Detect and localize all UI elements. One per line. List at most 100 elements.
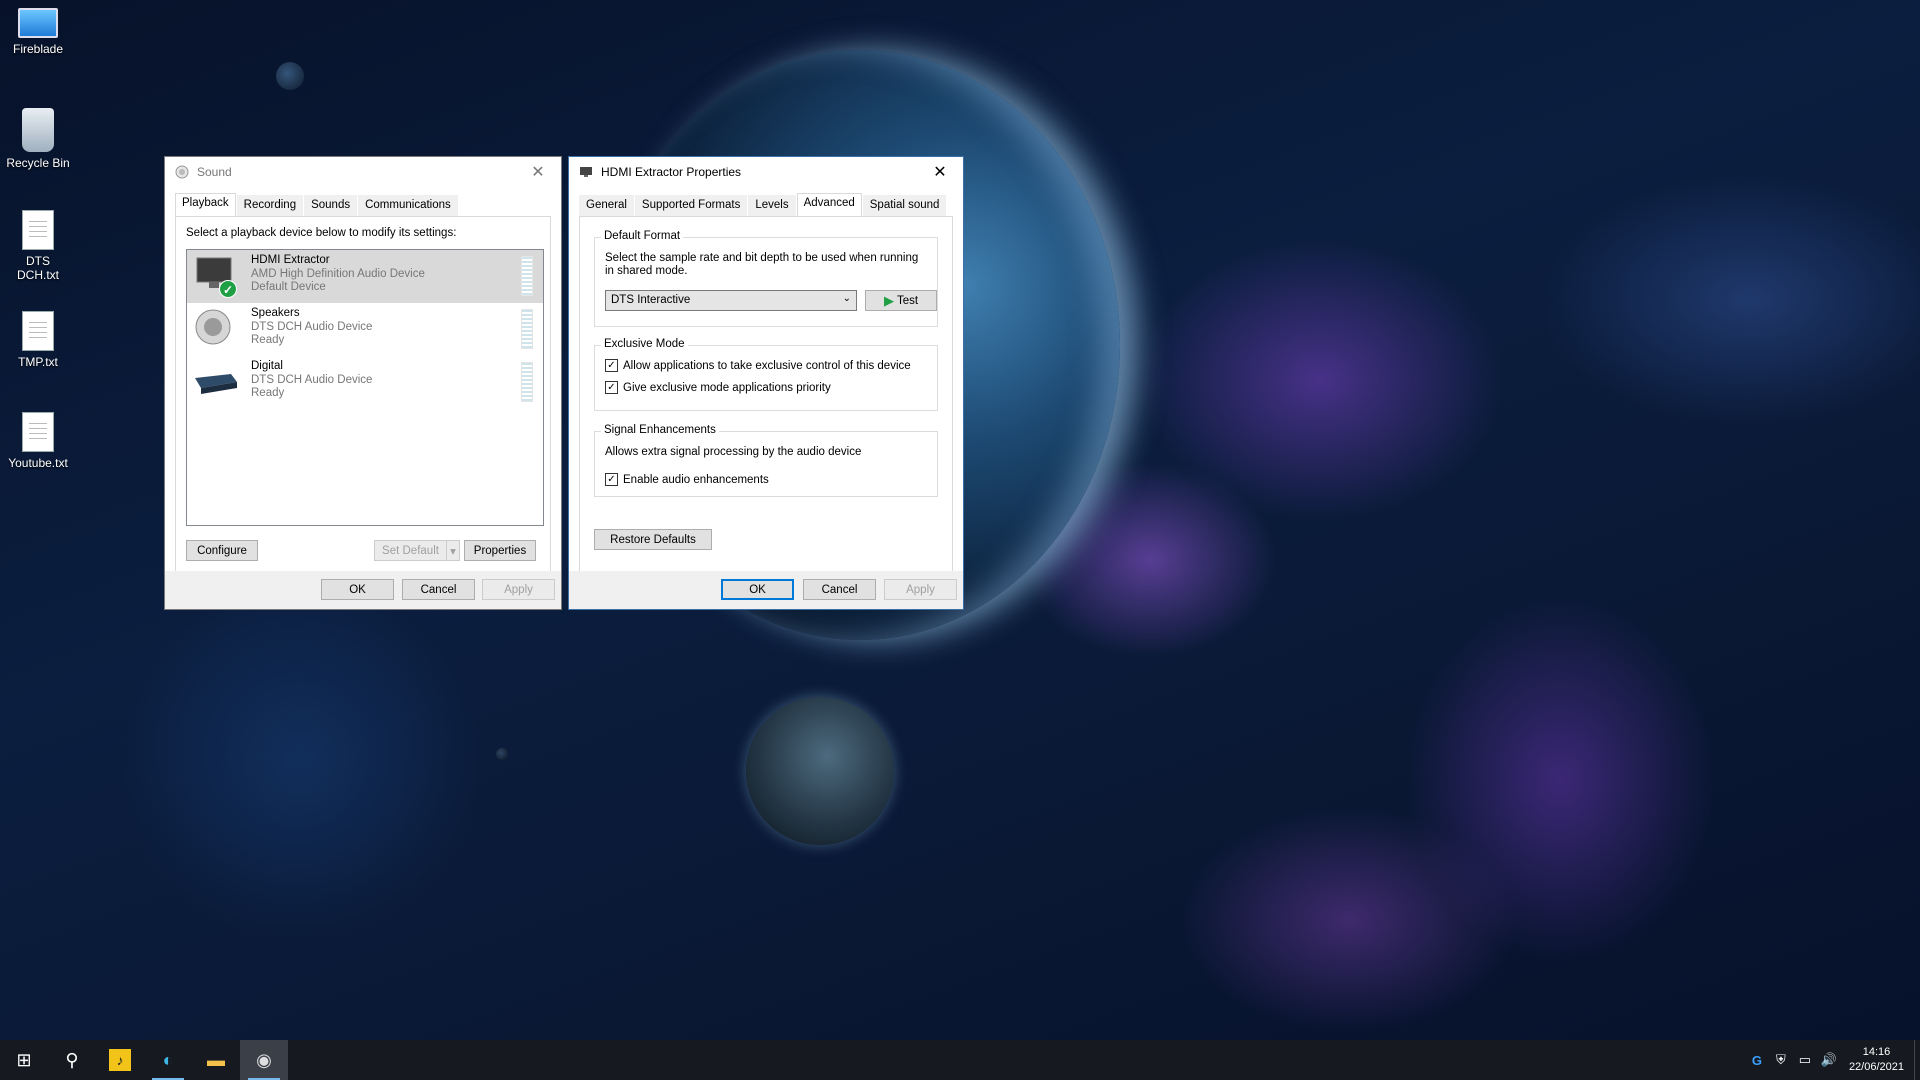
properties-window: HDMI Extractor Properties ✕ General Supp…	[568, 156, 964, 610]
default-format-group: Default Format Select the sample rate an…	[594, 230, 938, 327]
device-status: Ready	[251, 334, 285, 346]
tab-playback[interactable]: Playback	[175, 193, 236, 216]
group-title: Signal Enhancements	[601, 424, 719, 436]
exclusive-mode-group: Exclusive Mode ✓ Allow applications to t…	[594, 338, 938, 411]
tab-spatial-sound[interactable]: Spatial sound	[862, 195, 947, 216]
text-file-icon	[22, 311, 54, 351]
close-button[interactable]: ✕	[515, 157, 561, 187]
close-button[interactable]: ✕	[917, 157, 963, 187]
desktop-icon-label: TMP.txt	[18, 355, 58, 369]
checkbox-label: Give exclusive mode applications priorit…	[623, 381, 831, 394]
list-item-device[interactable]: ✓ HDMI Extractor AMD High Definition Aud…	[187, 250, 543, 303]
sound-titlebar[interactable]: Sound ✕	[165, 157, 561, 187]
taskbar-app-file-explorer[interactable]: ▬	[192, 1040, 240, 1080]
default-format-description: Select the sample rate and bit depth to …	[605, 252, 919, 277]
tab-general[interactable]: General	[579, 195, 634, 216]
desktop-icon-youtube[interactable]: Youtube.txt	[4, 412, 72, 470]
set-default-dropdown[interactable]: ▾	[446, 540, 460, 561]
ok-button[interactable]: OK	[321, 579, 394, 600]
set-default-button[interactable]: Set Default	[374, 540, 446, 561]
text-file-icon	[22, 210, 54, 250]
level-meter	[521, 362, 533, 402]
group-title: Exclusive Mode	[601, 338, 688, 350]
tab-supported-formats[interactable]: Supported Formats	[634, 195, 748, 216]
taskbar-app-sound[interactable]: ◉	[240, 1040, 288, 1080]
properties-titlebar[interactable]: HDMI Extractor Properties ✕	[569, 157, 963, 187]
desktop-icon-dts-dch[interactable]: DTS DCH.txt	[4, 210, 72, 282]
ok-button[interactable]: OK	[721, 579, 794, 600]
sound-window: Sound ✕ Playback Recording Sounds Commun…	[164, 156, 562, 610]
apply-button[interactable]: Apply	[482, 579, 555, 600]
taskbar-app-player[interactable]: ♪	[96, 1040, 144, 1080]
device-status: Default Device	[251, 281, 326, 293]
show-desktop-button[interactable]	[1914, 1040, 1920, 1080]
desktop-icon-tmp[interactable]: TMP.txt	[4, 311, 72, 369]
format-select[interactable]: DTS Interactive ⌄	[605, 290, 857, 311]
level-meter	[521, 309, 533, 349]
speaker-icon: ◉	[256, 1049, 272, 1070]
dialog-footer: OK Cancel Apply	[165, 571, 561, 609]
configure-button[interactable]: Configure	[186, 540, 258, 561]
tab-strip: Playback Recording Sounds Communications	[175, 193, 551, 217]
checkbox-checked-icon: ✓	[605, 381, 618, 394]
tab-recording[interactable]: Recording	[236, 195, 304, 216]
desktop-icon-label: DTS DCH.txt	[17, 254, 59, 282]
restore-defaults-button[interactable]: Restore Defaults	[594, 529, 712, 550]
search-button[interactable]: ⚲	[48, 1040, 96, 1080]
device-name: Speakers	[251, 307, 300, 319]
volume-icon[interactable]: 🔊	[1817, 1052, 1841, 1068]
apply-button[interactable]: Apply	[884, 579, 957, 600]
text-file-icon	[22, 412, 54, 452]
checkbox-label: Enable audio enhancements	[623, 473, 769, 486]
device-driver: AMD High Definition Audio Device	[251, 267, 425, 280]
taskbar-app-edge[interactable]: ◐	[144, 1040, 192, 1080]
group-title: Default Format	[601, 230, 684, 242]
window-title: Sound	[197, 165, 232, 179]
clock[interactable]: 14:16 22/06/2021	[1841, 1045, 1914, 1075]
format-select-value: DTS Interactive	[611, 294, 691, 306]
list-item-device[interactable]: Digital DTS DCH Audio Device Ready	[187, 356, 543, 409]
instruction-text: Select a playback device below to modify…	[186, 227, 457, 239]
wallpaper-planet-small	[746, 697, 894, 845]
desktop-icon-fireblade[interactable]: Fireblade	[4, 8, 72, 56]
monitor-icon: ✓	[193, 254, 239, 298]
default-check-icon: ✓	[219, 280, 237, 298]
desktop-icon-recycle-bin[interactable]: Recycle Bin	[4, 108, 72, 170]
device-name: Digital	[251, 360, 283, 372]
start-button[interactable]: ⊞	[0, 1040, 48, 1080]
test-label: Test	[896, 294, 919, 307]
window-title: HDMI Extractor Properties	[601, 165, 742, 179]
computer-icon	[18, 8, 58, 38]
edge-icon: ◐	[162, 1049, 174, 1070]
tab-levels[interactable]: Levels	[748, 195, 796, 216]
monitor-icon	[580, 167, 592, 177]
digital-output-icon	[193, 360, 239, 400]
clock-time: 14:16	[1862, 1046, 1891, 1058]
playback-panel: Select a playback device below to modify…	[175, 217, 551, 580]
play-icon: ▶	[883, 292, 894, 308]
cancel-button[interactable]: Cancel	[803, 579, 876, 600]
windows-logo-icon: ⊞	[16, 1049, 32, 1070]
tab-communications[interactable]: Communications	[358, 195, 458, 216]
audio-enhancements-checkbox[interactable]: ✓ Enable audio enhancements	[605, 473, 769, 486]
tab-sounds[interactable]: Sounds	[304, 195, 358, 216]
wallpaper-moon	[496, 748, 508, 760]
network-icon[interactable]: ▭	[1793, 1052, 1817, 1068]
clock-date: 22/06/2021	[1848, 1061, 1904, 1073]
tray-app-icon[interactable]: G	[1745, 1053, 1769, 1068]
desktop-icon-label: Fireblade	[12, 42, 64, 56]
device-status: Ready	[251, 387, 285, 399]
exclusive-control-checkbox[interactable]: ✓ Allow applications to take exclusive c…	[605, 359, 911, 372]
signal-enhancements-group: Signal Enhancements Allows extra signal …	[594, 424, 938, 497]
wallpaper-moon	[276, 62, 304, 90]
test-button[interactable]: ▶ Test	[865, 290, 937, 311]
folder-icon: ▬	[207, 1049, 225, 1070]
exclusive-priority-checkbox[interactable]: ✓ Give exclusive mode applications prior…	[605, 381, 831, 394]
device-driver: DTS DCH Audio Device	[251, 320, 373, 333]
tab-advanced[interactable]: Advanced	[796, 193, 862, 216]
cancel-button[interactable]: Cancel	[402, 579, 475, 600]
list-item-device[interactable]: Speakers DTS DCH Audio Device Ready	[187, 303, 543, 356]
security-icon[interactable]: ⛨	[1769, 1052, 1793, 1068]
system-tray: G ⛨ ▭ 🔊 14:16 22/06/2021	[1745, 1040, 1920, 1080]
properties-button[interactable]: Properties	[464, 540, 536, 561]
